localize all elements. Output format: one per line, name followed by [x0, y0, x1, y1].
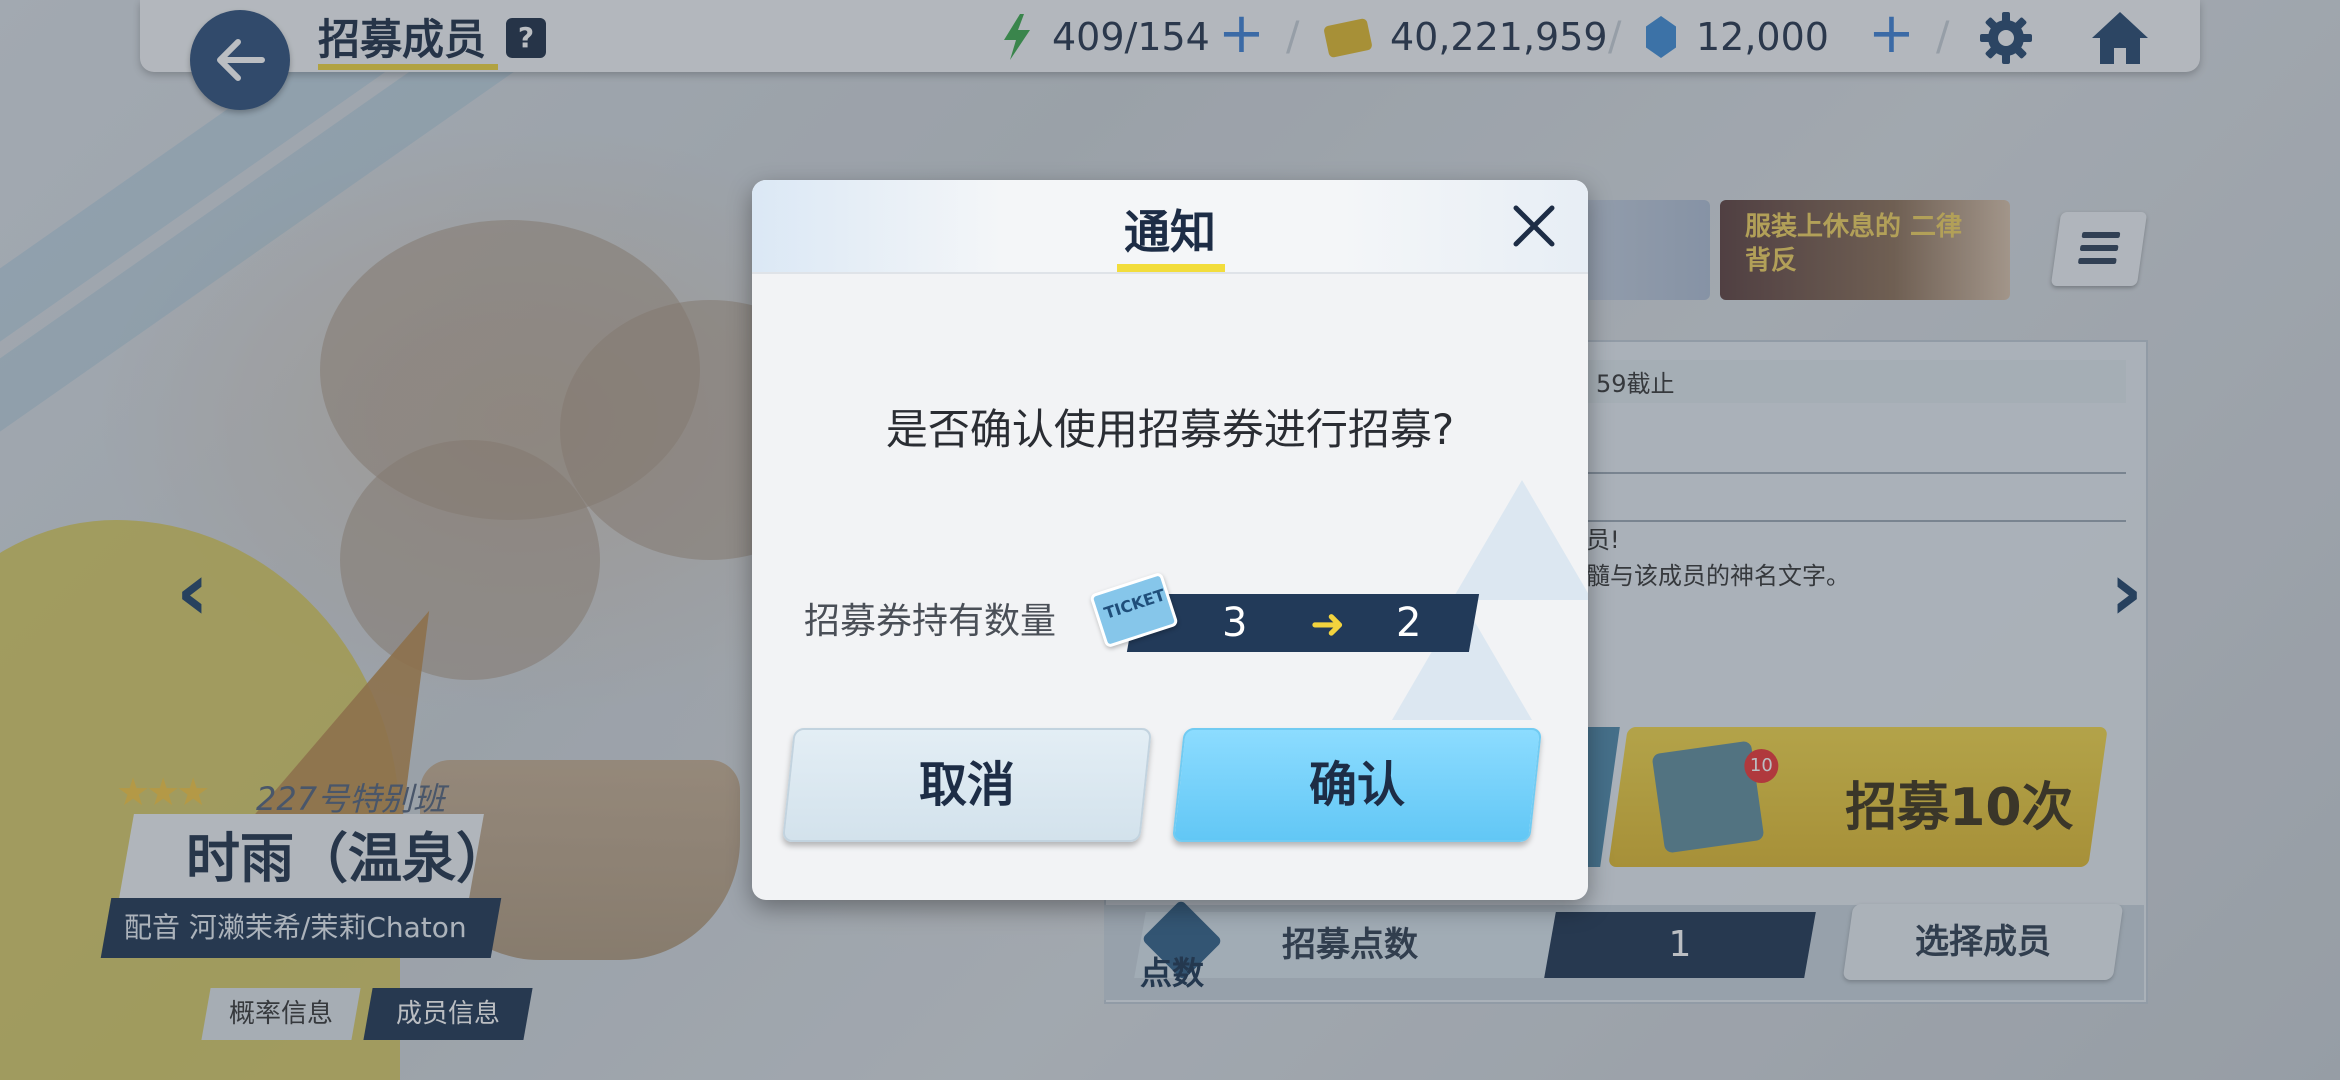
cancel-button[interactable]: 取消 — [782, 728, 1152, 842]
arrow-right-icon: ➜ — [1310, 599, 1346, 648]
close-icon[interactable] — [1508, 200, 1560, 252]
ticket-icon-text: TICKET — [1101, 585, 1168, 623]
confirm-button[interactable]: 确认 — [1172, 728, 1542, 842]
confirm-label: 确认 — [1308, 757, 1405, 813]
dialog-title: 通知 — [1124, 205, 1216, 259]
confirm-dialog: 通知 是否确认使用招募券进行招募? 招募券持有数量 TICKET 3 ➜ 2 取… — [752, 180, 1588, 900]
ticket-count-before: 3 — [1222, 600, 1248, 646]
ticket-count-after: 2 — [1396, 600, 1422, 646]
ticket-count-label: 招募券持有数量 — [804, 601, 1057, 642]
cancel-label: 取消 — [918, 757, 1015, 813]
ticket-count-bar — [1126, 594, 1480, 652]
dialog-title-underline — [1117, 264, 1225, 272]
dialog-question: 是否确认使用招募券进行招募? — [885, 405, 1455, 454]
dialog-decoration — [1452, 480, 1588, 600]
